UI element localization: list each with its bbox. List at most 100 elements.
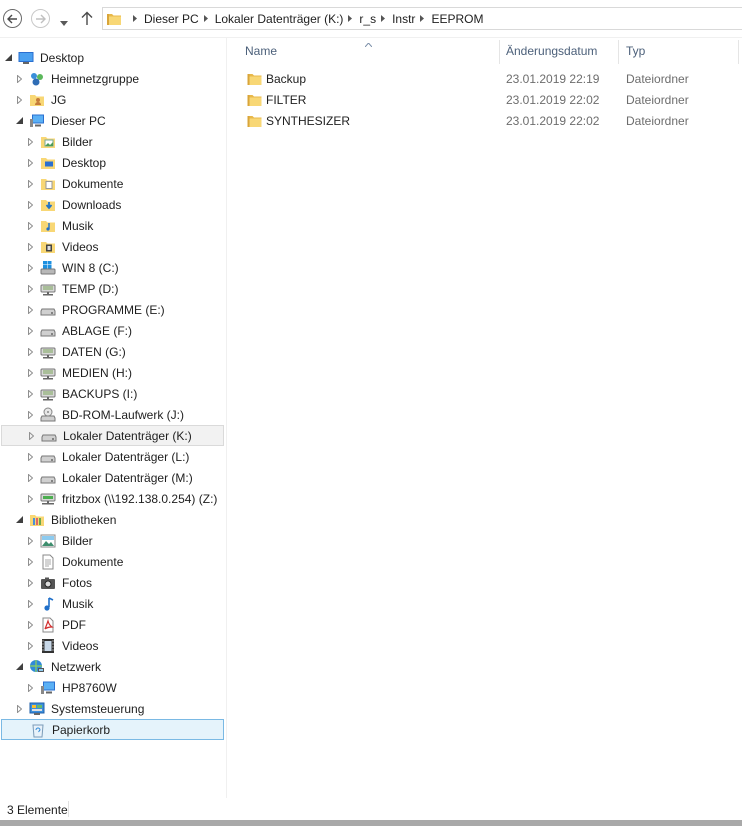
- file-row[interactable]: FILTER 23.01.2019 22:02 Dateiordner: [240, 90, 740, 111]
- tree-item[interactable]: Desktop: [1, 152, 224, 173]
- tree-item[interactable]: Musik: [1, 215, 224, 236]
- chevron-right-icon[interactable]: [420, 15, 425, 22]
- network-drive-icon: [40, 344, 56, 360]
- hard-drive-icon: [41, 428, 57, 444]
- tree-item[interactable]: WIN 8 (C:): [1, 257, 224, 278]
- tree-expander[interactable]: [26, 326, 34, 335]
- tree-item[interactable]: Bilder: [1, 530, 224, 551]
- tree-item[interactable]: MEDIEN (H:): [1, 362, 224, 383]
- tree-expander[interactable]: [26, 641, 34, 650]
- forward-button[interactable]: [31, 9, 50, 28]
- tree-expander[interactable]: [26, 200, 34, 209]
- videos-library-icon: [40, 638, 56, 654]
- column-divider[interactable]: [618, 40, 619, 64]
- tree-expander[interactable]: [26, 557, 34, 566]
- tree-expander[interactable]: [26, 536, 34, 545]
- column-divider[interactable]: [499, 40, 500, 64]
- tree-expander[interactable]: [26, 305, 34, 314]
- tree-expander[interactable]: [27, 431, 35, 440]
- up-button[interactable]: [81, 11, 93, 28]
- tree-item[interactable]: DATEN (G:): [1, 341, 224, 362]
- tree-item[interactable]: PDF: [1, 614, 224, 635]
- tree-expander[interactable]: [26, 473, 34, 482]
- file-row[interactable]: Backup 23.01.2019 22:19 Dateiordner: [240, 69, 740, 90]
- tree-item[interactable]: Dokumente: [1, 173, 224, 194]
- tree-item[interactable]: Bilder: [1, 131, 224, 152]
- tree-item[interactable]: Papierkorb: [1, 719, 224, 740]
- chevron-right-icon[interactable]: [348, 15, 353, 22]
- breadcrumb-item[interactable]: Instr: [392, 12, 415, 26]
- tree-item[interactable]: Videos: [1, 236, 224, 257]
- tree-expander[interactable]: [26, 221, 34, 230]
- tree-item[interactable]: fritzbox (\\192.138.0.254) (Z:): [1, 488, 224, 509]
- chevron-right-icon[interactable]: [381, 15, 386, 22]
- tree-item[interactable]: Lokaler Datenträger (M:): [1, 467, 224, 488]
- tree-item[interactable]: Videos: [1, 635, 224, 656]
- column-header-name[interactable]: Name: [245, 40, 277, 62]
- tree-item[interactable]: Dokumente: [1, 551, 224, 572]
- chevron-right-icon[interactable]: [203, 15, 208, 22]
- tree-expander[interactable]: [26, 179, 34, 188]
- breadcrumb-item[interactable]: Lokaler Datenträger (K:): [215, 12, 344, 26]
- tree-item[interactable]: Systemsteuerung: [1, 698, 224, 719]
- tree-item[interactable]: Downloads: [1, 194, 224, 215]
- tree-item[interactable]: Bibliotheken: [1, 509, 224, 530]
- recent-locations-button[interactable]: [60, 15, 68, 29]
- tree-expander[interactable]: [26, 242, 34, 251]
- tree-expander[interactable]: [15, 74, 23, 83]
- breadcrumb-item[interactable]: Dieser PC: [144, 12, 199, 26]
- tree-expander[interactable]: [15, 95, 23, 104]
- collapsed-arrow-icon: [16, 74, 22, 83]
- tree-expander[interactable]: [26, 620, 34, 629]
- tree-item[interactable]: Musik: [1, 593, 224, 614]
- tree-item[interactable]: BACKUPS (I:): [1, 383, 224, 404]
- tree-expander[interactable]: [26, 347, 34, 356]
- column-header-type[interactable]: Typ: [626, 40, 645, 62]
- tree-item[interactable]: HP8760W: [1, 677, 224, 698]
- tree-item[interactable]: Lokaler Datenträger (K:): [1, 425, 224, 446]
- tree-expander[interactable]: [26, 263, 34, 272]
- breadcrumb-item[interactable]: r_s: [359, 12, 376, 26]
- tree-expander[interactable]: [4, 54, 12, 62]
- tree-expander[interactable]: [26, 452, 34, 461]
- tree-expander[interactable]: [15, 516, 23, 524]
- tree-item[interactable]: PROGRAMME (E:): [1, 299, 224, 320]
- tree-item[interactable]: Fotos: [1, 572, 224, 593]
- tree-expander[interactable]: [26, 410, 34, 419]
- tree-item[interactable]: TEMP (D:): [1, 278, 224, 299]
- column-header-date[interactable]: Änderungsdatum: [506, 40, 597, 62]
- tree-item[interactable]: Dieser PC: [1, 110, 224, 131]
- tree-expander[interactable]: [26, 599, 34, 608]
- tree-expander[interactable]: [26, 389, 34, 398]
- back-button[interactable]: [3, 9, 22, 28]
- tree-item-label: JG: [51, 92, 67, 107]
- tree-item[interactable]: Desktop: [1, 47, 224, 68]
- file-type: Dateiordner: [626, 93, 689, 107]
- collapsed-arrow-icon: [27, 263, 33, 272]
- tree-expander[interactable]: [26, 137, 34, 146]
- tree-expander[interactable]: [26, 494, 34, 503]
- tree-item[interactable]: BD-ROM-Laufwerk (J:): [1, 404, 224, 425]
- tree-expander[interactable]: [26, 284, 34, 293]
- column-divider[interactable]: [738, 40, 739, 64]
- tree-item[interactable]: Lokaler Datenträger (L:): [1, 446, 224, 467]
- tree-expander[interactable]: [26, 578, 34, 587]
- tree-item[interactable]: Heimnetzgruppe: [1, 68, 224, 89]
- tree-expander[interactable]: [15, 663, 23, 671]
- tree-expander[interactable]: [26, 683, 34, 692]
- tree-item[interactable]: ABLAGE (F:): [1, 320, 224, 341]
- hard-drive-icon: [40, 302, 56, 318]
- pictures-folder-icon: [40, 134, 56, 150]
- breadcrumb-item[interactable]: EEPROM: [431, 12, 483, 26]
- tree-expander[interactable]: [15, 704, 23, 713]
- tree-item[interactable]: Netzwerk: [1, 656, 224, 677]
- tree-expander[interactable]: [26, 158, 34, 167]
- tree-expander[interactable]: [15, 117, 23, 125]
- tree-item-label: Bilder: [62, 134, 93, 149]
- network-icon: [29, 659, 45, 675]
- file-row[interactable]: SYNTHESIZER 23.01.2019 22:02 Dateiordner: [240, 111, 740, 132]
- chevron-right-icon[interactable]: [133, 15, 137, 22]
- address-bar[interactable]: Dieser PC Lokaler Datenträger (K:) r_s I…: [102, 7, 742, 30]
- tree-expander[interactable]: [26, 368, 34, 377]
- tree-item[interactable]: JG: [1, 89, 224, 110]
